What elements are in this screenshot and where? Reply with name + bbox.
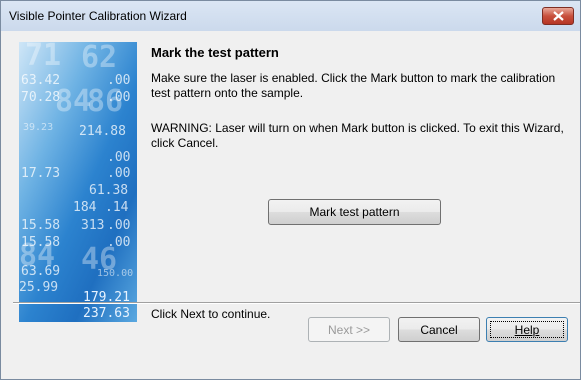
- instructions-text: Make sure the laser is enabled. Click th…: [151, 71, 556, 100]
- divider: [13, 302, 580, 304]
- banner-number: 150.00: [97, 268, 134, 279]
- banner-number: .14: [105, 200, 129, 215]
- banner-number: .00: [107, 166, 131, 181]
- banner-number: 313: [81, 218, 105, 233]
- page-heading: Mark the test pattern: [151, 45, 279, 60]
- banner-number: 25.99: [19, 280, 59, 295]
- cancel-button[interactable]: Cancel: [398, 317, 480, 342]
- warning-text: WARNING: Laser will turn on when Mark bu…: [151, 121, 564, 150]
- next-button[interactable]: Next >>: [308, 317, 390, 342]
- banner-number: 84: [55, 84, 92, 119]
- banner-number: 237.63: [83, 306, 130, 321]
- continue-hint: Click Next to continue.: [151, 307, 271, 321]
- title-bar[interactable]: Visible Pointer Calibration Wizard: [1, 1, 580, 31]
- wizard-banner-image: 71 62 63.42 .00 70.28 .00 84 86 39.23 21…: [19, 42, 137, 322]
- close-button[interactable]: [542, 7, 574, 25]
- banner-number: 15.58: [21, 218, 61, 233]
- banner-number: 61.38: [89, 183, 129, 198]
- banner-number: 71: [25, 42, 62, 73]
- help-button[interactable]: Help: [486, 317, 568, 342]
- banner-number: 214.88: [79, 124, 126, 139]
- help-button-label: Help: [514, 322, 540, 337]
- banner-number: 63.69: [21, 264, 61, 279]
- banner-number: 62: [81, 42, 118, 75]
- banner-number: .00: [107, 150, 131, 165]
- banner-number: 184: [73, 200, 97, 215]
- banner-number: 17.73: [21, 166, 61, 181]
- window-title: Visible Pointer Calibration Wizard: [9, 9, 187, 23]
- close-icon: [553, 11, 564, 21]
- mark-test-pattern-button[interactable]: Mark test pattern: [268, 199, 441, 225]
- banner-number: .00: [107, 218, 131, 233]
- banner-number: 86: [87, 84, 124, 119]
- banner-number: 39.23: [23, 122, 54, 133]
- wizard-window: Visible Pointer Calibration Wizard 71 62…: [0, 0, 581, 380]
